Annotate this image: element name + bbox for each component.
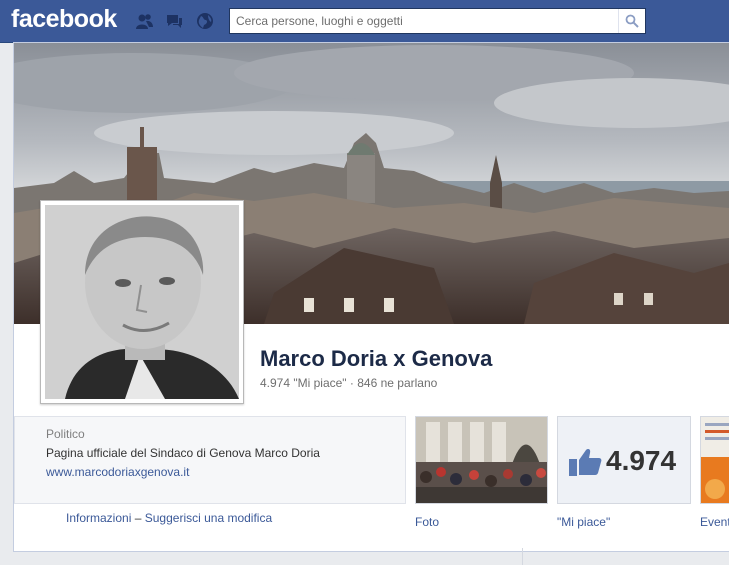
about-box: Politico Pagina ufficiale del Sindaco di… [14,416,406,504]
globe-icon[interactable] [195,12,215,30]
page-stats: 4.974 "Mi piace" · 846 ne parlano [260,376,438,390]
events-tile[interactable] [700,416,729,504]
thumbs-up-icon [569,449,602,476]
top-bar: facebook [0,0,729,43]
likes-label[interactable]: "Mi piace" [557,515,610,529]
page-description: Pagina ufficiale del Sindaco di Genova M… [46,446,320,460]
likes-tile[interactable]: 4.974 [557,416,691,504]
divider [522,548,523,565]
facebook-logo[interactable]: facebook [11,5,117,34]
photos-tile[interactable] [415,416,548,504]
photos-label[interactable]: Foto [415,515,439,529]
page-title[interactable]: Marco Doria x Genova [260,346,492,372]
search-box [229,8,646,34]
separator: – [134,511,142,525]
website-link[interactable]: www.marcodoriaxgenova.it [46,465,189,479]
search-icon [625,14,639,28]
about-links: Informazioni – Suggerisci una modifica [66,511,272,525]
likes-count: 4.974 [606,445,677,476]
messages-icon[interactable] [164,12,184,30]
search-input[interactable] [230,9,618,33]
events-label[interactable]: Eventi [700,515,729,529]
profile-picture[interactable] [40,200,244,404]
page-category: Politico [46,427,85,441]
info-link[interactable]: Informazioni [66,511,131,525]
suggest-edit-link[interactable]: Suggerisci una modifica [145,511,272,525]
search-button[interactable] [618,9,645,33]
friends-icon[interactable] [134,12,154,30]
